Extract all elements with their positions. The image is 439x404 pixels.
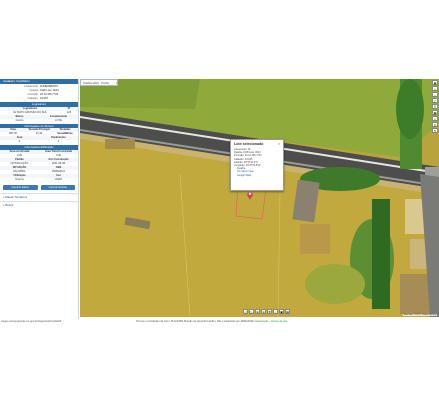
print-data-button[interactable]: Imprimir dados bbox=[3, 184, 38, 190]
locate-icon[interactable]: ⌖ bbox=[432, 116, 438, 121]
map-view[interactable]: Ortofoto 2021 - Trecho × Lote selecionado… bbox=[80, 79, 439, 317]
close-icon[interactable]: × bbox=[114, 80, 119, 87]
map-attribution: Map data ©2021 | Termos de uso bbox=[402, 314, 437, 316]
close-icon[interactable]: × bbox=[278, 142, 280, 146]
zoom-in-icon[interactable]: + bbox=[432, 86, 438, 91]
popup-link-google-maps[interactable]: Google Maps bbox=[231, 174, 283, 177]
accordion-thematic-maps[interactable]: + Mapas Temáticos bbox=[0, 192, 78, 201]
bottom-map-toolbar: ◁ ▷ ⊕ ⊖ ✥ ⌂ ▣ ▤ bbox=[243, 309, 290, 315]
select-icon[interactable]: ▣ bbox=[279, 309, 284, 314]
info-fields: Loteamento ZONEAMENTO Quadra 0136 Lote: 00… bbox=[0, 84, 78, 101]
action-buttons: Imprimir dados Imprimir Extrato bbox=[0, 182, 78, 193]
target-icon[interactable]: ◎ bbox=[432, 122, 438, 127]
zoom-in-icon[interactable]: ⊕ bbox=[255, 309, 260, 314]
next-extent-icon[interactable]: ▷ bbox=[249, 309, 254, 314]
lot-info-popup: Lote selecionado × Loteamento: 01 Quadra… bbox=[230, 139, 284, 191]
pan-icon[interactable]: ✥ bbox=[267, 309, 272, 314]
status-footer: sisgeo.campogrande.ms.gov.br/sisgeo/web/… bbox=[0, 319, 439, 325]
medidas-row-2: 00 bbox=[18, 140, 60, 143]
draw-icon[interactable]: ✎ bbox=[432, 128, 438, 133]
sidebar: Cadastro Imobiliário Loteamento ZONEAMENT… bbox=[0, 79, 79, 319]
measure-icon[interactable]: ▤ bbox=[285, 309, 290, 314]
status-url: sisgeo.campogrande.ms.gov.br/sisgeo/web/… bbox=[1, 320, 62, 323]
complemento-row: Centro LOTE bbox=[15, 118, 62, 122]
menu-icon[interactable]: ☰ bbox=[432, 104, 438, 109]
accordion-search[interactable]: + Busca bbox=[0, 200, 78, 209]
field-cadastro: Cadastro 43.615 bbox=[27, 97, 48, 100]
print-report-button[interactable]: Imprimir Extrato bbox=[40, 184, 75, 190]
fullscreen-icon[interactable]: ⤢ bbox=[432, 98, 438, 103]
edif-row-4: Terreno VAZIO bbox=[15, 177, 63, 181]
popup-title: Lote selecionado bbox=[231, 140, 283, 148]
layers-icon[interactable]: ◉ bbox=[432, 80, 438, 85]
right-map-toolbar: ◉ + − ⤢ ☰ ▦ ⌖ ◎ ✎ bbox=[432, 80, 438, 133]
home-icon[interactable]: ⌂ bbox=[273, 309, 278, 314]
footer-links[interactable]: manutenção · termos de uso bbox=[254, 320, 287, 323]
app-window: Cadastro Imobiliário Loteamento ZONEAMENT… bbox=[0, 0, 439, 404]
prev-extent-icon[interactable]: ◁ bbox=[243, 309, 248, 314]
credits-text: Termos e Condições de Uso / PLANURB Dire… bbox=[136, 320, 288, 323]
map-marker-icon[interactable] bbox=[246, 190, 254, 200]
grid-icon[interactable]: ▦ bbox=[432, 110, 438, 115]
zoom-out-icon[interactable]: − bbox=[432, 92, 438, 97]
aerial-imagery bbox=[80, 79, 439, 317]
zoom-out-icon[interactable]: ⊖ bbox=[261, 309, 266, 314]
layer-tab[interactable]: Ortofoto 2021 - Trecho × bbox=[80, 79, 118, 86]
